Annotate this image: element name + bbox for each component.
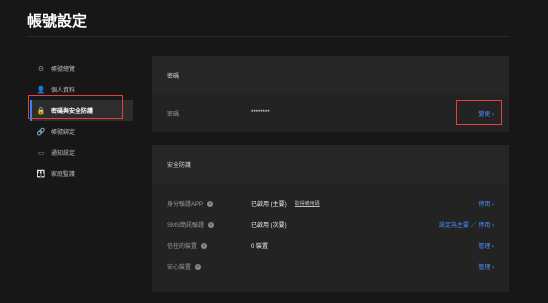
help-icon[interactable]: ?: [207, 200, 214, 207]
sidebar-item-notifications[interactable]: ▭ 通知設定: [30, 142, 133, 163]
password-card-title: 密碼: [152, 56, 509, 94]
sidebar-item-label: 帳號綁定: [51, 130, 76, 136]
backup-codes-link[interactable]: 取得備用碼: [295, 200, 320, 207]
password-card: 密碼 密碼 ******** 變更 ›: [152, 56, 509, 132]
row-label: 安心裝置: [167, 265, 192, 271]
disable-authenticator-button[interactable]: 停用 ›: [478, 199, 494, 208]
security-row-trusted-devices: 信任的裝置? 0 裝置 管理 ›: [152, 235, 509, 256]
sidebar-item-label: 家庭監護: [51, 172, 76, 178]
user-icon: 👤: [36, 86, 46, 94]
password-label: 密碼: [167, 111, 180, 118]
help-icon[interactable]: ?: [195, 263, 202, 270]
sidebar: ⚙ 帳號總覽 👤 個人資料 🔒 密碼與安全防護 🔗 帳號綁定 ▭ 通知設定 👪 …: [30, 58, 133, 184]
change-password-button[interactable]: 變更 ›: [478, 109, 494, 118]
help-icon[interactable]: ?: [208, 221, 215, 228]
row-label: 身分驗證APP: [167, 202, 204, 208]
security-row-sms: SMS簡訊驗證? 已啟用 (次要) 設定為主要 ／ 停用 ›: [152, 214, 509, 235]
message-icon: ▭: [37, 149, 45, 157]
security-row-safe-device: 安心裝置? 管理 ›: [152, 256, 509, 277]
security-card: 安全防護 身分驗證APP? 已啟用 (主要) 取得備用碼 停用 › SMS簡訊驗證…: [152, 145, 509, 292]
row-label: 信任的裝置: [167, 244, 198, 250]
sidebar-item-overview[interactable]: ⚙ 帳號總覽: [30, 58, 133, 79]
sidebar-item-label: 密碼與安全防護: [51, 109, 94, 115]
security-row-authenticator: 身分驗證APP? 已啟用 (主要) 取得備用碼 停用 ›: [152, 193, 509, 214]
gear-icon: ⚙: [37, 65, 45, 73]
sidebar-item-profile[interactable]: 👤 個人資料: [30, 79, 133, 100]
security-card-title: 安全防護: [152, 145, 509, 183]
page-title: 帳號設定: [27, 13, 88, 30]
row-value: 已啟用 (主要): [251, 202, 287, 208]
sms-actions[interactable]: 設定為主要 ／ 停用 ›: [439, 220, 494, 229]
sidebar-item-linked-accounts[interactable]: 🔗 帳號綁定: [30, 121, 133, 142]
lock-icon: 🔒: [36, 107, 46, 115]
password-row: 密碼 ******** 變更 ›: [152, 94, 509, 132]
title-divider: [27, 36, 509, 37]
sidebar-item-family[interactable]: 👪 家庭監護: [30, 163, 133, 184]
sidebar-item-label: 帳號總覽: [51, 67, 76, 73]
row-value: 0 裝置: [251, 244, 269, 250]
sidebar-item-security[interactable]: 🔒 密碼與安全防護: [30, 100, 133, 121]
sidebar-item-label: 通知設定: [51, 151, 76, 157]
row-label: SMS簡訊驗證: [167, 223, 205, 229]
password-value: ********: [251, 110, 270, 116]
link-icon: 🔗: [36, 128, 46, 136]
manage-safe-device-button[interactable]: 管理 ›: [478, 262, 494, 271]
family-icon: 👪: [36, 170, 46, 178]
row-value: 已啟用 (次要): [251, 223, 287, 229]
manage-trusted-devices-button[interactable]: 管理 ›: [478, 241, 494, 250]
help-icon[interactable]: ?: [201, 242, 208, 249]
sidebar-item-label: 個人資料: [51, 88, 76, 94]
